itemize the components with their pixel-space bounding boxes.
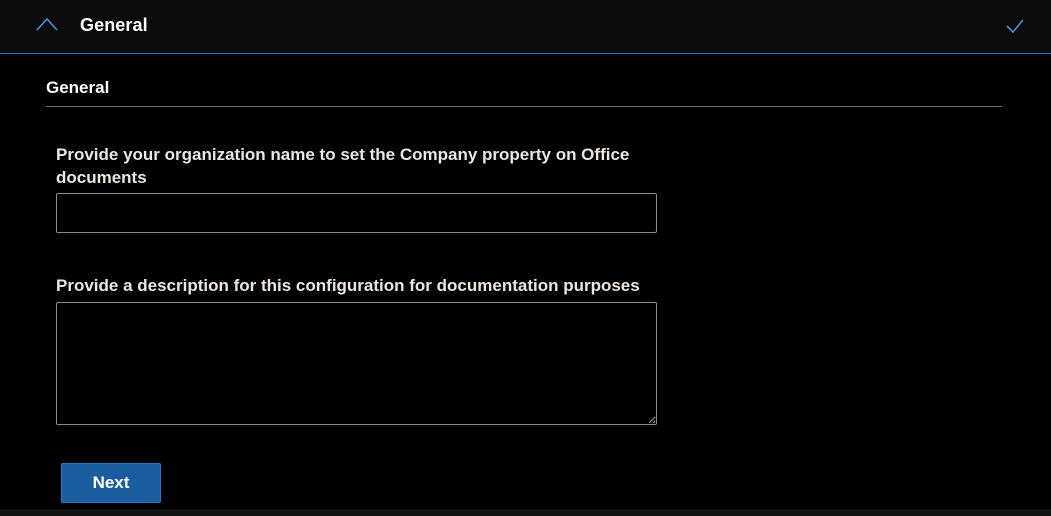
section-divider (46, 106, 1002, 107)
organization-name-input[interactable] (56, 193, 657, 233)
bottom-edge (0, 509, 1051, 516)
chevron-up-icon[interactable] (36, 17, 58, 31)
accordion-header-general[interactable]: General (0, 0, 1051, 54)
section-title: General (46, 78, 110, 97)
general-section: General Provide your organization name t… (0, 55, 1051, 516)
description-textarea[interactable] (56, 302, 657, 425)
description-label: Provide a description for this configura… (56, 276, 640, 295)
checkmark-icon (1006, 19, 1024, 34)
organization-name-label: Provide your organization name to set th… (56, 145, 630, 187)
accordion-title: General (80, 15, 148, 35)
next-button[interactable]: Next (61, 463, 161, 503)
